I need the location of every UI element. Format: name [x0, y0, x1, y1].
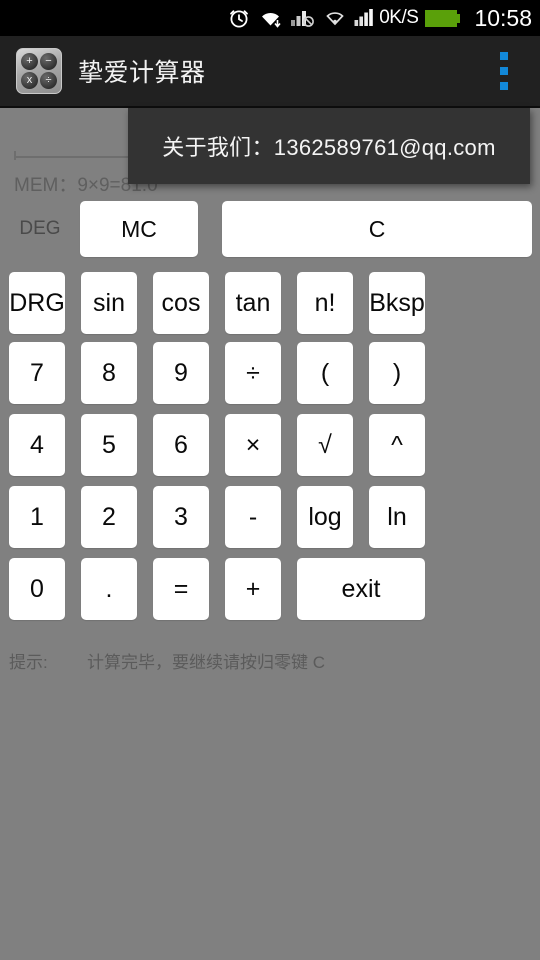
page-title: 挚爱计算器 [78, 59, 206, 87]
overflow-menu-icon[interactable] [494, 46, 514, 96]
plus-button[interactable]: + [225, 558, 281, 620]
cos-button[interactable]: cos [153, 272, 209, 334]
equals-button[interactable]: = [153, 558, 209, 620]
memory-clear-button[interactable]: MC [80, 201, 198, 257]
keypad: DRG sin cos tan n! Bksp 7 8 9 ÷ ( ) 4 5 … [9, 272, 531, 630]
log-button[interactable]: log [297, 486, 353, 548]
digit-3-button[interactable]: 3 [153, 486, 209, 548]
drg-button[interactable]: DRG [9, 272, 65, 334]
app-screen: 0K/S 10:58 + − x ÷ 挚爱计算器 MEM：9×9=81.0 DE… [0, 0, 540, 960]
sqrt-button[interactable]: √ [297, 414, 353, 476]
input-corner-tick-left [14, 151, 16, 160]
sin-button[interactable]: sin [81, 272, 137, 334]
overflow-dot [500, 82, 508, 90]
exit-button[interactable]: exit [297, 558, 425, 620]
keypad-row-789: 7 8 9 ÷ ( ) [9, 342, 531, 404]
hint-text: 计算完毕，要继续请按归零键 C [87, 653, 325, 672]
calculator-app-icon: + − x ÷ [16, 48, 62, 94]
status-bar-icons: 0K/S 10:58 [227, 5, 532, 31]
multiply-glyph-icon: x [21, 72, 38, 89]
wifi-data-icon [326, 12, 344, 26]
digit-2-button[interactable]: 2 [81, 486, 137, 548]
keypad-row-bottom: 0 . = + exit [9, 558, 531, 620]
angle-mode-label: DEG [19, 218, 61, 239]
tan-button[interactable]: tan [225, 272, 281, 334]
digit-8-button[interactable]: 8 [81, 342, 137, 404]
factorial-button[interactable]: n! [297, 272, 353, 334]
wifi-icon [262, 12, 281, 28]
hint-label: 提示: [9, 653, 48, 672]
open-paren-button[interactable]: ( [297, 342, 353, 404]
minus-button[interactable]: - [225, 486, 281, 548]
keypad-row-456: 4 5 6 × √ ^ [9, 414, 531, 476]
digit-7-button[interactable]: 7 [9, 342, 65, 404]
digit-9-button[interactable]: 9 [153, 342, 209, 404]
backspace-button-label: Bksp [369, 288, 425, 317]
digit-4-button[interactable]: 4 [9, 414, 65, 476]
hint-row: 提示: 计算完毕，要继续请按归零键 C [9, 648, 529, 673]
plus-glyph-icon: + [21, 53, 38, 70]
decimal-point-button[interactable]: . [81, 558, 137, 620]
minus-glyph-icon: − [40, 53, 57, 70]
ln-button[interactable]: ln [369, 486, 425, 548]
about-us-popup-menu[interactable]: 关于我们：1362589761@qq.com [128, 108, 530, 184]
overflow-dot [500, 67, 508, 75]
divide-glyph-icon: ÷ [40, 72, 57, 89]
clear-button[interactable]: C [222, 201, 532, 257]
action-bar: + − x ÷ 挚爱计算器 [0, 36, 540, 108]
digit-0-button[interactable]: 0 [9, 558, 65, 620]
keypad-row-functions: DRG sin cos tan n! Bksp [9, 272, 531, 334]
status-bar: 0K/S 10:58 [0, 0, 540, 36]
multiply-button[interactable]: × [225, 414, 281, 476]
drg-button-label: DRG [9, 288, 65, 317]
clock-label: 10:58 [474, 5, 532, 31]
memory-and-clear-row: DEG MC C [0, 200, 540, 258]
power-button[interactable]: ^ [369, 414, 425, 476]
about-us-menu-item-label: 关于我们：1362589761@qq.com [162, 135, 496, 160]
network-speed-label: 0K/S [379, 7, 419, 28]
divide-button[interactable]: ÷ [225, 342, 281, 404]
digit-6-button[interactable]: 6 [153, 414, 209, 476]
alarm-clock-icon [230, 10, 249, 28]
backspace-button[interactable]: Bksp [369, 272, 425, 334]
close-paren-button[interactable]: ) [369, 342, 425, 404]
signal-bars-no-sim-icon [291, 11, 315, 27]
signal-bars-icon [354, 9, 374, 26]
digit-5-button[interactable]: 5 [81, 414, 137, 476]
keypad-row-123: 1 2 3 - log ln [9, 486, 531, 548]
overflow-dot [500, 52, 508, 60]
digit-1-button[interactable]: 1 [9, 486, 65, 548]
battery-icon [425, 9, 461, 27]
